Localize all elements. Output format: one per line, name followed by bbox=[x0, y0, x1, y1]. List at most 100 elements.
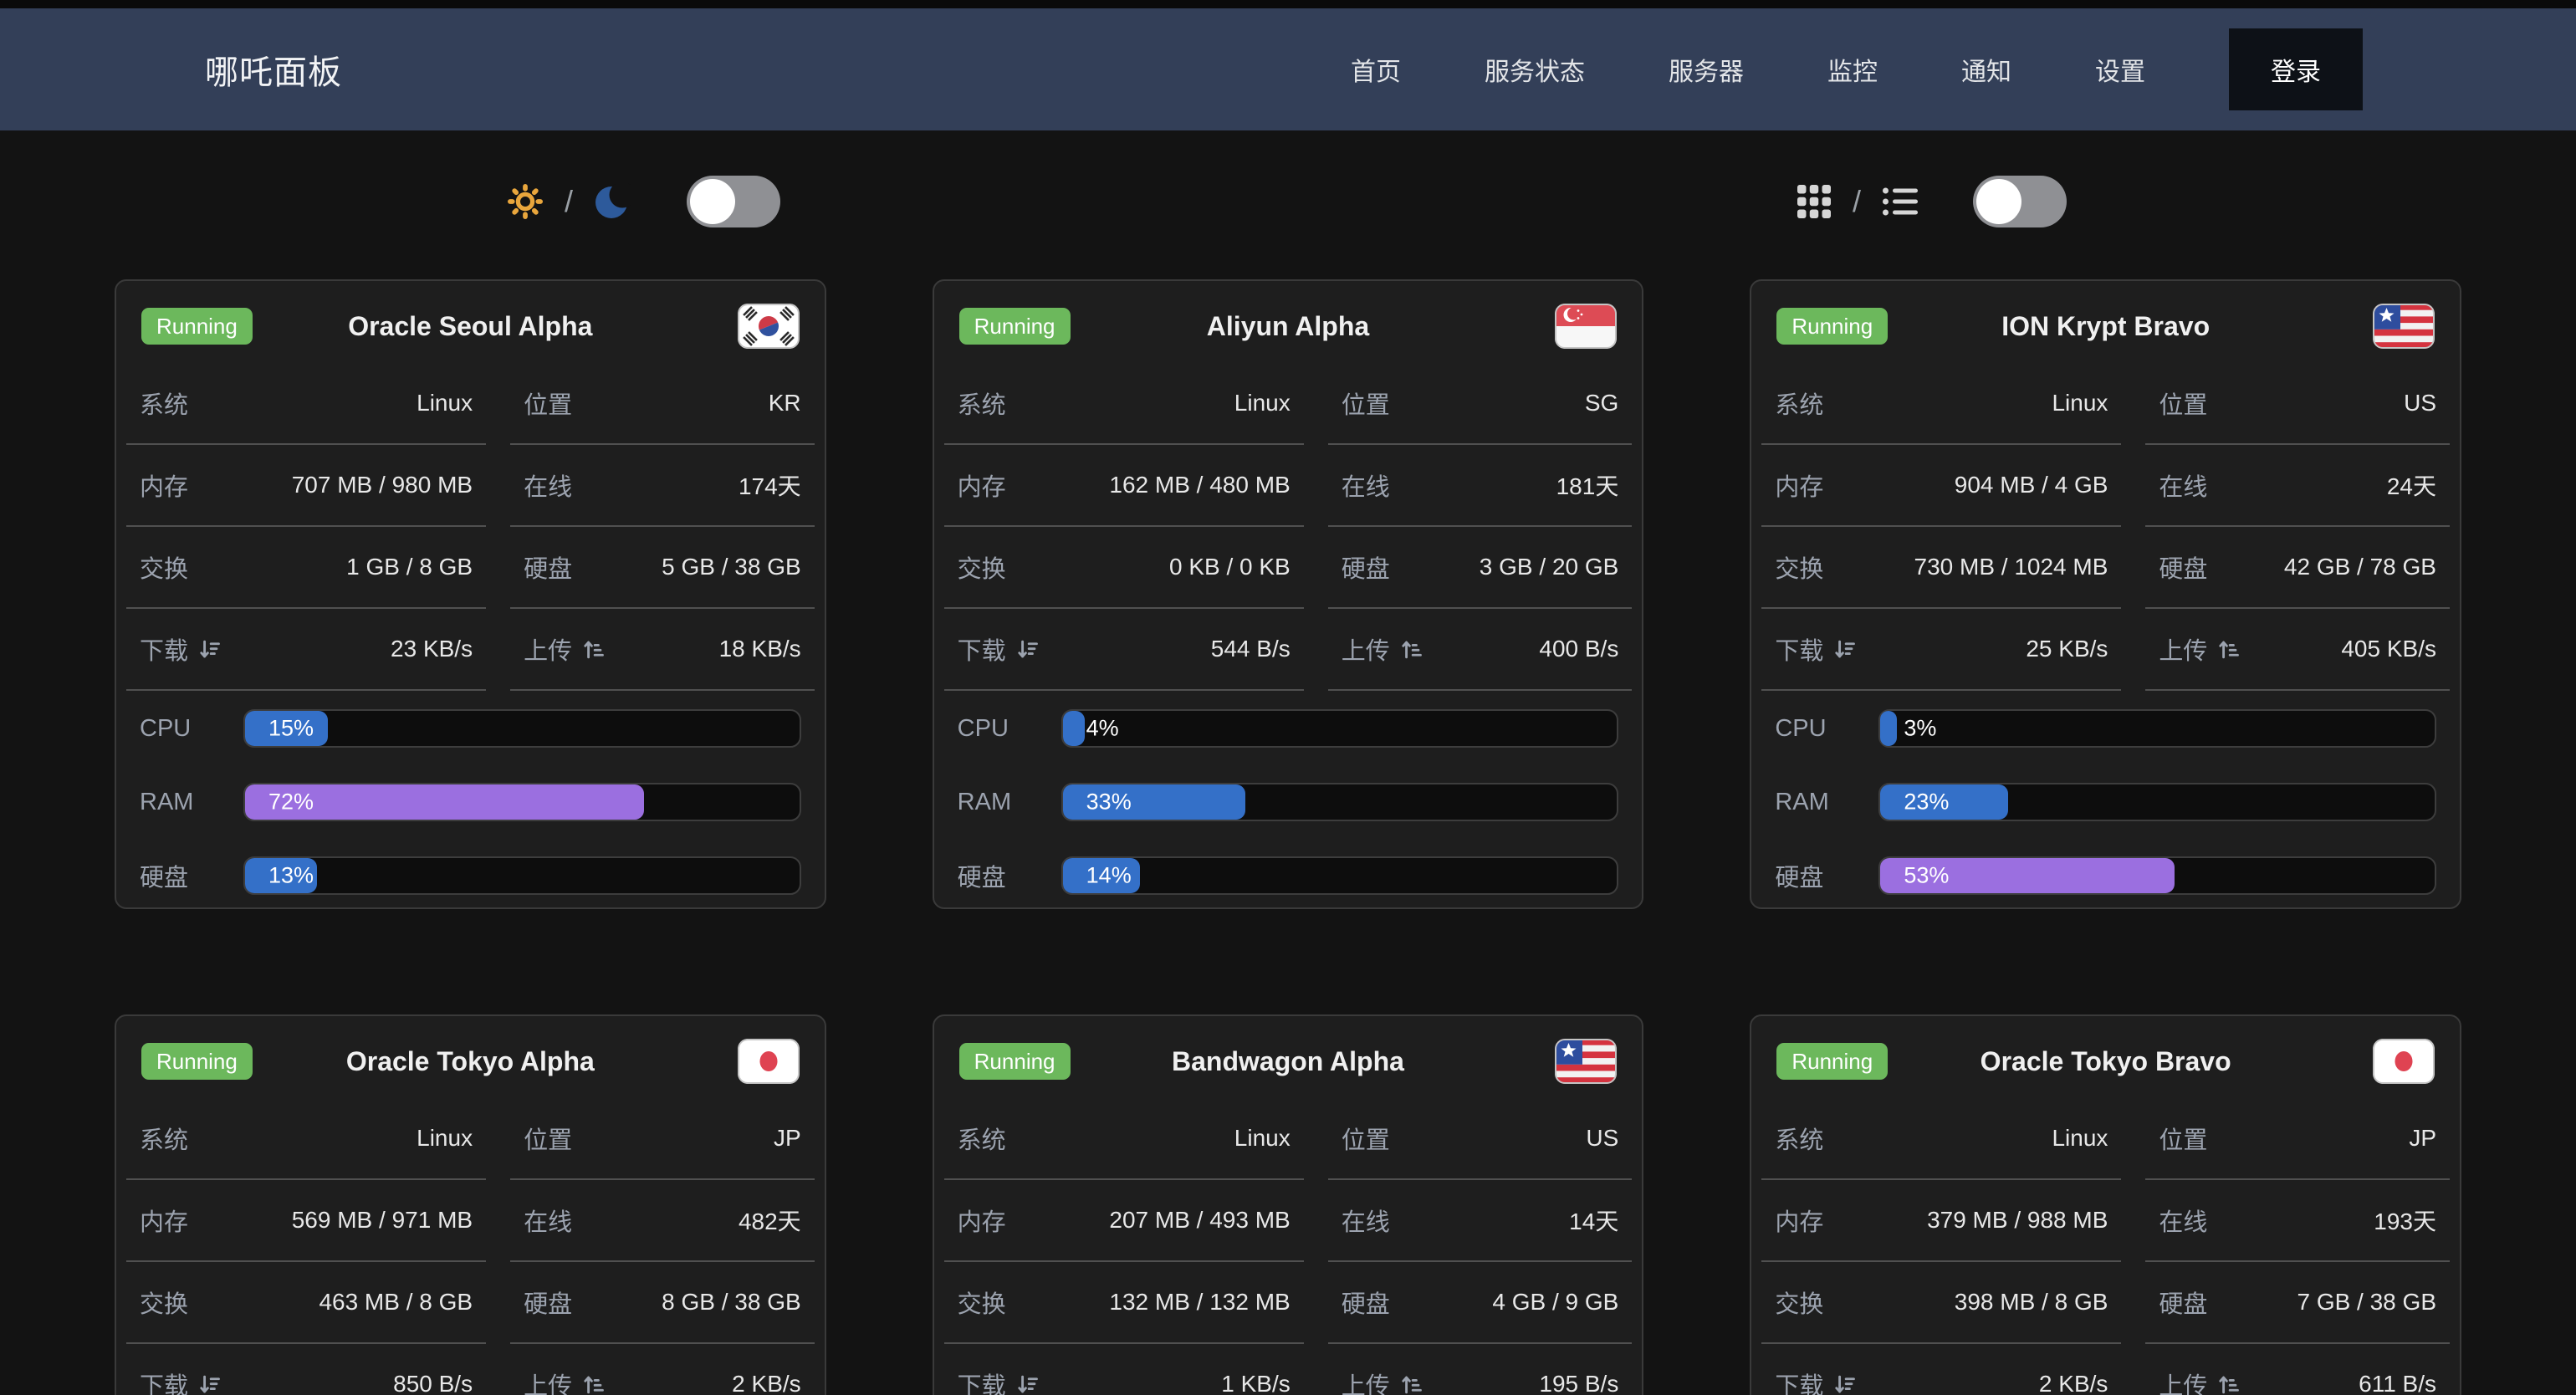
uptime-value: 181天 bbox=[1556, 468, 1619, 502]
disk-usage-label: 硬盘 bbox=[140, 858, 243, 893]
upload-sort-icon bbox=[1400, 638, 1423, 661]
flag-jp-icon bbox=[738, 1039, 800, 1084]
nav-item-monitoring[interactable]: 监控 bbox=[1827, 51, 1878, 88]
ram-progress-track: 33% bbox=[1061, 783, 1619, 821]
download-text: 下载 bbox=[958, 1367, 1006, 1395]
nav-item-servers[interactable]: 服务器 bbox=[1669, 51, 1744, 88]
disk-label: 硬盘 bbox=[524, 1285, 572, 1320]
disk-usage-label: 硬盘 bbox=[958, 858, 1061, 893]
disk-value: 5 GB / 38 GB bbox=[662, 554, 801, 580]
stat-row: 内存904 MB / 4 GB 在线24天 bbox=[1761, 445, 2450, 527]
cpu-progress-track: 3% bbox=[1878, 709, 2436, 748]
memory-value: 707 MB / 980 MB bbox=[292, 472, 473, 498]
status-badge: Running bbox=[141, 308, 253, 345]
location-label: 位置 bbox=[524, 1121, 572, 1156]
memory-value: 379 MB / 988 MB bbox=[1927, 1207, 2108, 1234]
separator: / bbox=[565, 184, 573, 219]
cpu-label: CPU bbox=[958, 715, 1061, 743]
cpu-label: CPU bbox=[140, 715, 243, 743]
nav-item-settings[interactable]: 设置 bbox=[2095, 51, 2145, 88]
cpu-progress-track: 15% bbox=[243, 709, 801, 748]
cpu-progress-track: 4% bbox=[1061, 709, 1619, 748]
sun-icon bbox=[508, 184, 543, 219]
system-value: Linux bbox=[2052, 390, 2108, 416]
uptime-value: 14天 bbox=[1569, 1203, 1618, 1237]
toolbar: / / bbox=[0, 176, 2576, 227]
view-toggle-switch[interactable] bbox=[1973, 176, 2067, 227]
memory-value: 904 MB / 4 GB bbox=[1955, 472, 2108, 498]
cpu-percent-label: 3% bbox=[1904, 716, 1936, 742]
disk-label: 硬盘 bbox=[1342, 1285, 1390, 1320]
stat-row: 交换0 KB / 0 KB 硬盘3 GB / 20 GB bbox=[944, 527, 1633, 609]
download-sort-icon bbox=[198, 638, 221, 661]
upload-value: 400 B/s bbox=[1539, 636, 1618, 662]
cpu-percent-label: 4% bbox=[1086, 716, 1119, 742]
swap-value: 0 KB / 0 KB bbox=[1169, 554, 1291, 580]
disk-value: 7 GB / 38 GB bbox=[2297, 1289, 2436, 1316]
card-header: Running Bandwagon Alpha bbox=[959, 1038, 1618, 1085]
swap-value: 398 MB / 8 GB bbox=[1955, 1289, 2108, 1316]
disk-progress-track: 53% bbox=[1878, 856, 2436, 895]
stat-row: 内存707 MB / 980 MB 在线174天 bbox=[126, 445, 815, 527]
disk-percent-label: 13% bbox=[268, 863, 314, 889]
download-sort-icon bbox=[1016, 1373, 1039, 1395]
uptime-label: 在线 bbox=[2159, 1203, 2207, 1238]
stat-row: 交换463 MB / 8 GB 硬盘8 GB / 38 GB bbox=[126, 1262, 815, 1344]
download-value: 25 KB/s bbox=[2026, 636, 2108, 662]
brand[interactable]: 哪吒面板 bbox=[205, 45, 342, 94]
swap-value: 1 GB / 8 GB bbox=[346, 554, 473, 580]
nav-item-service-status[interactable]: 服务状态 bbox=[1485, 51, 1585, 88]
disk-value: 4 GB / 9 GB bbox=[1492, 1289, 1618, 1316]
location-value: SG bbox=[1585, 390, 1618, 416]
server-name: ION Krypt Bravo bbox=[2001, 311, 2210, 342]
theme-toggle-switch[interactable] bbox=[687, 176, 780, 227]
uptime-label: 在线 bbox=[524, 468, 572, 503]
system-value: Linux bbox=[1234, 1125, 1291, 1152]
upload-text: 上传 bbox=[2159, 631, 2207, 667]
server-name: Bandwagon Alpha bbox=[1172, 1046, 1404, 1077]
stat-row: 系统Linux 位置JP bbox=[1761, 1098, 2450, 1180]
upload-value: 195 B/s bbox=[1539, 1371, 1618, 1395]
server-card: Running Aliyun Alpha 系统Linux 位置SG 内存162 … bbox=[933, 279, 1644, 909]
system-label: 系统 bbox=[958, 386, 1006, 421]
swap-label: 交换 bbox=[958, 1285, 1006, 1320]
upload-value: 611 B/s bbox=[2359, 1371, 2436, 1395]
status-badge: Running bbox=[959, 308, 1071, 345]
memory-value: 162 MB / 480 MB bbox=[1109, 472, 1290, 498]
system-label: 系统 bbox=[1775, 1121, 1823, 1156]
login-button[interactable]: 登录 bbox=[2229, 28, 2363, 110]
usage-bars: CPU 15% RAM 72% 硬盘 13% bbox=[126, 691, 815, 895]
uptime-label: 在线 bbox=[1342, 468, 1390, 503]
toggle-knob bbox=[1976, 179, 2021, 224]
location-label: 位置 bbox=[524, 386, 572, 421]
system-value: Linux bbox=[417, 1125, 473, 1152]
stat-row: 内存207 MB / 493 MB 在线14天 bbox=[944, 1180, 1633, 1262]
upload-value: 18 KB/s bbox=[719, 636, 801, 662]
nav-item-home[interactable]: 首页 bbox=[1351, 51, 1401, 88]
flag-kr-icon bbox=[738, 304, 800, 349]
disk-percent-label: 53% bbox=[1904, 863, 1949, 889]
ram-label: RAM bbox=[140, 789, 243, 816]
location-label: 位置 bbox=[2159, 1121, 2207, 1156]
disk-progress-track: 13% bbox=[243, 856, 801, 895]
cpu-label: CPU bbox=[1775, 715, 1878, 743]
location-label: 位置 bbox=[1342, 386, 1390, 421]
location-value: KR bbox=[769, 390, 801, 416]
location-value: US bbox=[2404, 390, 2436, 416]
download-value: 23 KB/s bbox=[391, 636, 473, 662]
disk-progress-track: 14% bbox=[1061, 856, 1619, 895]
stat-row: 交换730 MB / 1024 MB 硬盘42 GB / 78 GB bbox=[1761, 527, 2450, 609]
ram-percent-label: 72% bbox=[268, 789, 314, 815]
download-label: 下载 bbox=[140, 631, 221, 667]
stat-row: 内存379 MB / 988 MB 在线193天 bbox=[1761, 1180, 2450, 1262]
server-card: Running Bandwagon Alpha 系统Linux 位置US 内存2… bbox=[933, 1014, 1644, 1395]
stat-row: 交换132 MB / 132 MB 硬盘4 GB / 9 GB bbox=[944, 1262, 1633, 1344]
status-badge: Running bbox=[1776, 1043, 1888, 1080]
stat-row: 下载544 B/s 上传400 B/s bbox=[944, 609, 1633, 691]
system-value: Linux bbox=[1234, 390, 1291, 416]
nav-item-notifications[interactable]: 通知 bbox=[1961, 51, 2011, 88]
upload-label: 上传 bbox=[2159, 631, 2240, 667]
download-sort-icon bbox=[1016, 638, 1039, 661]
disk-percent-label: 14% bbox=[1086, 863, 1132, 889]
download-value: 2 KB/s bbox=[2039, 1371, 2108, 1395]
